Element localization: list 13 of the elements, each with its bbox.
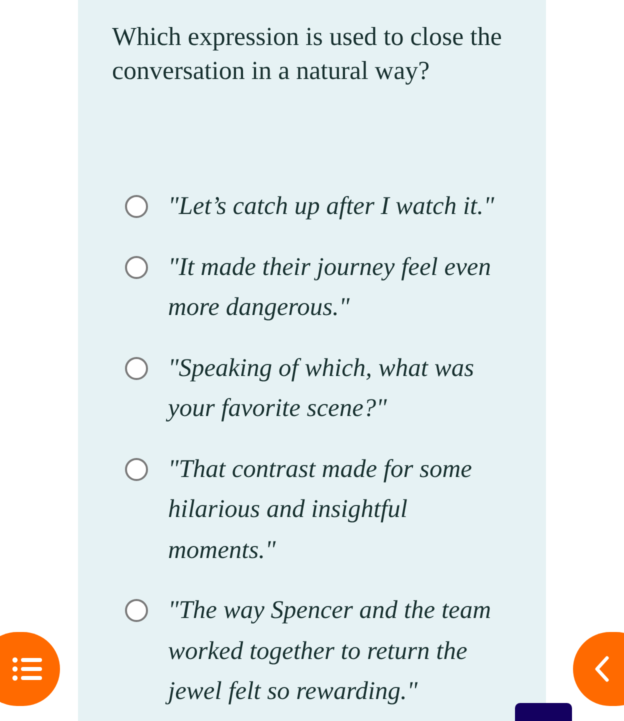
radio-button[interactable]: [125, 599, 148, 622]
question-text: Which expression is used to close the conversation in a natural way?: [112, 21, 503, 87]
radio-button[interactable]: [125, 356, 148, 380]
option-text: "That contrast made for some hilarious and insightful moments.": [168, 452, 473, 566]
radio-button[interactable]: [125, 458, 148, 480]
radio-button[interactable]: [125, 195, 148, 218]
option-text: "Speaking of which, what was your favorite scene?": [168, 352, 476, 424]
menu-button[interactable]: [0, 632, 60, 706]
option-text: "It made their journey feel even more dangerous.": [168, 250, 492, 323]
radio-button[interactable]: [125, 256, 148, 278]
chevron-left-icon: [595, 656, 609, 682]
option-text: "Let’s catch up after I watch it.": [168, 190, 496, 222]
list-icon: [12, 657, 42, 681]
